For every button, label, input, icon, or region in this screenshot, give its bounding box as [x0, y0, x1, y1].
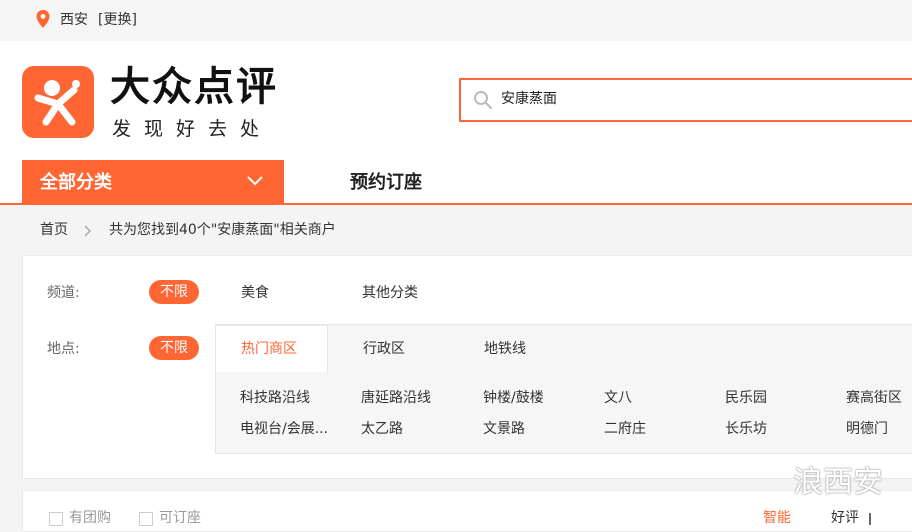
groupon-label: 有团购	[69, 510, 111, 526]
location-pin-icon	[36, 10, 50, 28]
area-item[interactable]: 二府庄	[604, 420, 646, 438]
channel-option-other[interactable]: 其他分类	[362, 284, 418, 302]
all-categories-label: 全部分类	[40, 172, 112, 193]
search-icon	[474, 91, 492, 109]
tab-hot-districts[interactable]: 热门商区	[215, 325, 328, 372]
area-item[interactable]: 钟楼/鼓楼	[483, 389, 544, 407]
header: 大众点评 发现好去处 安康蒸面 全部分类 预约订座	[0, 41, 912, 205]
watermark: 浪西安	[793, 465, 883, 500]
result-count-text: 共为您找到40个"安康蒸面"相关商户	[109, 222, 336, 238]
dianping-logo-icon[interactable]	[22, 66, 94, 138]
location-unlimited-pill[interactable]: 不限	[149, 336, 199, 360]
groupon-checkbox[interactable]	[49, 512, 63, 526]
area-item[interactable]: 科技路沿线	[240, 389, 310, 407]
area-item[interactable]: 电视台/会展...	[240, 420, 328, 438]
breadcrumb: 首页 共为您找到40个"安康蒸面"相关商户	[0, 205, 912, 255]
brand-name: 大众点评	[110, 64, 278, 110]
area-item[interactable]: 明德门	[846, 420, 888, 438]
brand-slogan: 发现好去处	[112, 118, 273, 140]
bookable-label: 可订座	[159, 510, 201, 526]
search-input[interactable]: 安康蒸面	[501, 89, 557, 109]
sort-divider	[869, 513, 871, 525]
chevron-right-icon	[84, 225, 92, 237]
change-city-link[interactable]: [更换]	[98, 11, 137, 29]
breadcrumb-home[interactable]: 首页	[40, 221, 68, 239]
filter-panel: 频道: 不限 美食 其他分类 地点: 不限 热门商区 行政区 地铁线 科技路沿线…	[22, 255, 912, 479]
area-item[interactable]: 文八	[604, 389, 632, 407]
channel-option-food[interactable]: 美食	[241, 284, 269, 302]
top-bar: 西安 [更换]	[0, 0, 912, 41]
all-categories-button[interactable]: 全部分类	[22, 160, 284, 205]
reserve-seat-link[interactable]: 预约订座	[350, 171, 422, 195]
area-item[interactable]: 长乐坊	[725, 420, 767, 438]
area-item[interactable]: 太乙路	[361, 420, 403, 438]
area-item[interactable]: 赛高街区	[846, 389, 902, 407]
channel-unlimited-pill[interactable]: 不限	[149, 280, 199, 304]
chevron-down-icon	[247, 176, 263, 186]
sort-good-reviews[interactable]: 好评	[831, 509, 859, 527]
area-item[interactable]: 唐延路沿线	[361, 389, 431, 407]
sort-smart[interactable]: 智能	[763, 509, 791, 527]
location-label: 地点:	[47, 341, 80, 357]
current-city: 西安	[60, 12, 88, 28]
tab-subway[interactable]: 地铁线	[484, 340, 526, 358]
area-item[interactable]: 文景路	[483, 420, 525, 438]
tab-administrative[interactable]: 行政区	[363, 340, 405, 358]
sort-bar: 有团购 可订座 智能 好评	[22, 490, 912, 532]
area-item[interactable]: 民乐园	[725, 389, 767, 407]
channel-label: 频道:	[47, 285, 80, 301]
tab-hot-districts-label: 热门商区	[241, 341, 297, 357]
bookable-checkbox[interactable]	[139, 512, 153, 526]
search-box[interactable]: 安康蒸面	[459, 78, 912, 122]
